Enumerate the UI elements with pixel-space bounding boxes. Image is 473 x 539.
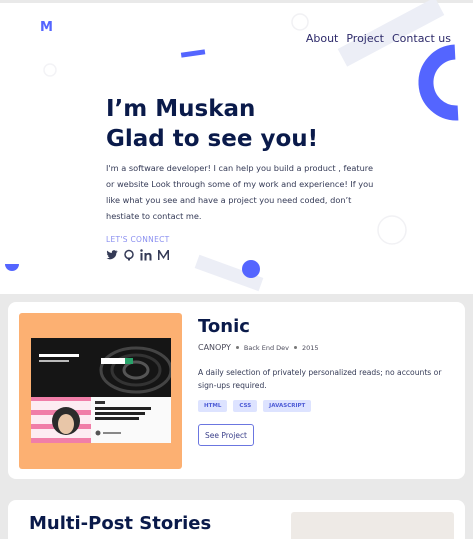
deco-circle-outline-left (43, 63, 57, 77)
nav-contact[interactable]: Contact us (392, 32, 451, 45)
social-links (106, 249, 169, 263)
project-role: Back End Dev (243, 343, 289, 352)
thumb-swirl-graphic (39, 346, 173, 394)
page-title: I’m Muskan Glad to see you! (106, 94, 318, 154)
project-description: A daily selection of privately personali… (198, 368, 442, 390)
title-line-1: I’m Muskan (106, 96, 256, 122)
project-card-2: Multi-Post Stories (8, 500, 465, 539)
connect-label: LET'S CONNECT (106, 235, 170, 244)
deco-bar-purple (180, 49, 206, 58)
github-icon[interactable] (123, 249, 135, 263)
intro-text: I'm a software developer! I can help you… (106, 163, 374, 221)
twitter-icon[interactable] (106, 249, 118, 263)
project-year: 2015 (302, 343, 319, 352)
see-project-button[interactable]: See Project (198, 424, 254, 446)
project-meta: CANOPY Back End Dev 2015 (198, 343, 319, 352)
deco-circle-outline-big (377, 215, 407, 245)
main-nav: About Project Contact us (306, 32, 451, 45)
project-thumbnail-2[interactable] (291, 512, 454, 539)
thumb-article-preview (31, 397, 171, 443)
project-thumbnail[interactable] (19, 313, 182, 469)
tag-javascript: JAVASCRIPT (263, 400, 312, 412)
linkedin-icon[interactable] (140, 249, 152, 263)
nav-about[interactable]: About (306, 32, 339, 45)
meta-separator (235, 346, 239, 349)
thumb-portrait-graphic (31, 397, 151, 443)
deco-dot-blue (242, 260, 260, 278)
project-title: Tonic (198, 316, 250, 337)
deco-circle-outline-small (291, 13, 309, 31)
project-title-2: Multi-Post Stories (29, 513, 212, 534)
hero-section: M About Project Contact us I’m Muskan Gl… (0, 0, 473, 294)
project-company: CANOPY (198, 343, 231, 352)
tag-html: HTML (198, 400, 228, 412)
meta-separator (294, 346, 297, 349)
title-line-2: Glad to see you! (106, 126, 319, 152)
tag-css: CSS (233, 400, 258, 412)
nav-project[interactable]: Project (346, 32, 384, 45)
medium-icon[interactable] (157, 249, 169, 263)
deco-semicircle-left (5, 264, 19, 271)
logo[interactable]: M (40, 20, 53, 35)
deco-arc-blue (418, 44, 459, 121)
project-tags: HTML CSS JAVASCRIPT (198, 400, 312, 412)
project-card: Tonic CANOPY Back End Dev 2015 A daily s… (8, 302, 465, 479)
thumb-dark-banner (31, 338, 173, 397)
